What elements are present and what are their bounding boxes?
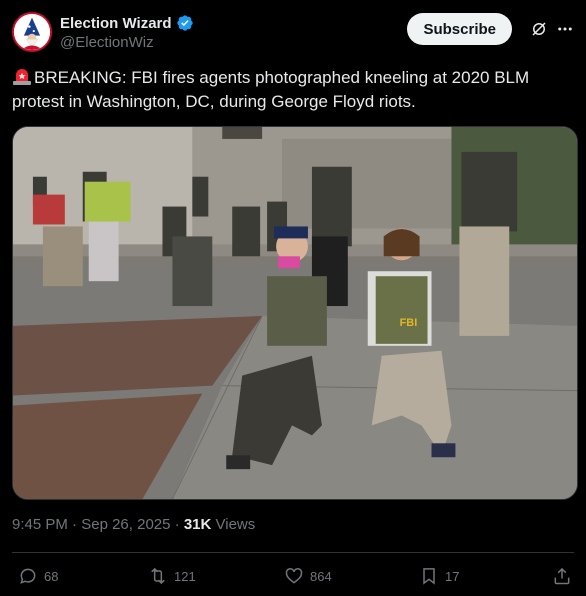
repost-button[interactable]: 121 <box>148 566 196 586</box>
views-label: Views <box>215 516 256 533</box>
subscribe-button[interactable]: Subscribe <box>407 13 512 45</box>
author-avatar[interactable] <box>12 12 52 52</box>
wizard-avatar-icon <box>14 14 50 50</box>
tweet-body: BREAKING: FBI fires agents photographed … <box>12 68 530 111</box>
meta-separator: · <box>174 516 180 533</box>
photo-of-fbi-agents-kneeling: FBI <box>13 127 577 499</box>
reply-icon <box>20 568 36 584</box>
share-button[interactable] <box>552 566 572 586</box>
author-display-name[interactable]: Election Wizard <box>60 15 172 32</box>
tweet-header: Election Wizard @ElectionWiz Subscribe <box>12 12 574 56</box>
meta-separator: · <box>72 516 78 533</box>
reply-count: 68 <box>44 568 59 584</box>
more-options-icon[interactable] <box>556 20 574 38</box>
bookmark-count: 17 <box>445 568 460 584</box>
bookmark-button[interactable]: 17 <box>419 566 459 586</box>
share-icon <box>554 567 570 585</box>
svg-text:FBI: FBI <box>400 317 418 329</box>
tweet-meta: 9:45 PM · Sep 26, 2025 · 31K Views <box>12 516 255 533</box>
heart-icon <box>285 568 303 584</box>
verified-badge-icon <box>176 15 193 31</box>
like-button[interactable]: 864 <box>284 566 332 586</box>
author-handle[interactable]: @ElectionWiz <box>60 34 154 51</box>
grok-icon[interactable] <box>530 20 548 38</box>
like-count: 864 <box>310 568 332 584</box>
bookmark-icon <box>423 568 435 585</box>
author-name-row: Election Wizard <box>60 14 194 32</box>
action-bar: 68 121 864 17 <box>0 560 586 592</box>
views-count: 31K <box>183 516 212 533</box>
siren-icon <box>13 69 31 85</box>
tweet-date[interactable]: Sep 26, 2025 <box>81 516 170 533</box>
repost-count: 121 <box>174 568 196 584</box>
tweet-media[interactable]: FBI <box>12 126 578 500</box>
divider <box>12 552 574 553</box>
repost-icon <box>151 567 165 585</box>
tweet-text: BREAKING: FBI fires agents photographed … <box>12 66 572 114</box>
tweet-time[interactable]: 9:45 PM <box>12 516 68 533</box>
reply-button[interactable]: 68 <box>18 566 58 586</box>
